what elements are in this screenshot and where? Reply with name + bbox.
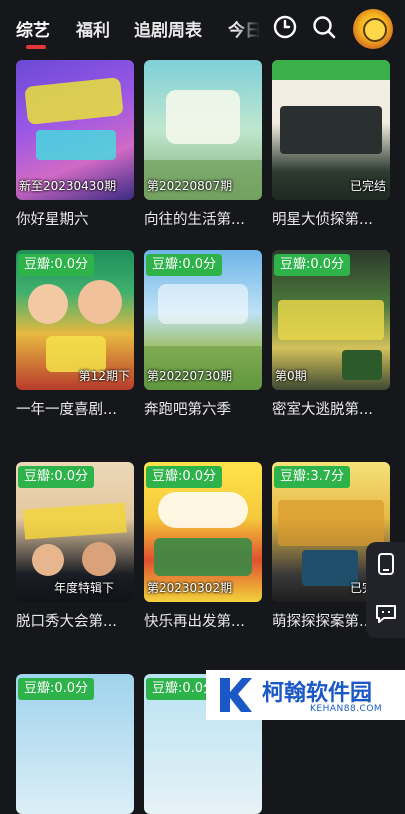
watermark-url: KEHAN88.COM xyxy=(310,704,383,714)
show-title: 密室大逃脱第... xyxy=(272,402,373,418)
rating-badge: 豆瓣:0.0分 xyxy=(274,254,351,276)
show-poster[interactable]: 豆瓣:0.0分 第20230302期 xyxy=(144,462,262,602)
show-poster[interactable]: 第20220807期 xyxy=(144,60,262,200)
rating-badge: 豆瓣:0.0分 xyxy=(146,254,223,276)
message-icon[interactable] xyxy=(374,602,398,626)
show-poster[interactable]: 豆瓣:0.0分 xyxy=(16,674,134,814)
show-title: 一年一度喜剧... xyxy=(16,402,117,418)
watermark-banner: 柯翰软件园 KEHAN88.COM xyxy=(206,670,405,720)
avatar[interactable] xyxy=(353,9,393,49)
kehan-logo-icon xyxy=(220,678,252,712)
avatar-face-icon xyxy=(363,18,387,42)
tab-welfare[interactable]: 福利 xyxy=(76,16,110,41)
top-bar: 综艺 福利 追剧周表 今日 xyxy=(0,0,405,56)
show-title: 脱口秀大会第... xyxy=(16,614,117,630)
watermark-name: 柯翰软件园 xyxy=(262,681,373,706)
active-tab-indicator xyxy=(26,45,46,49)
show-poster[interactable]: 豆瓣:0.0分 年度特辑下 xyxy=(16,462,134,602)
show-poster[interactable]: 豆瓣:0.0分 第12期下 xyxy=(16,250,134,390)
episode-label: 第12期下 xyxy=(78,369,130,383)
tab-schedule[interactable]: 追剧周表 xyxy=(134,16,202,41)
show-title: 你好星期六 xyxy=(16,212,89,228)
rating-badge: 豆瓣:3.7分 xyxy=(274,466,351,488)
tab-variety[interactable]: 综艺 xyxy=(16,16,50,41)
show-poster[interactable]: 已完结 xyxy=(272,60,390,200)
show-poster[interactable]: 豆瓣:0.0分 第0期 xyxy=(272,250,390,390)
show-title: 向往的生活第... xyxy=(144,212,245,228)
floating-action-bar xyxy=(366,542,405,638)
rating-badge: 豆瓣:0.0分 xyxy=(18,254,95,276)
show-title: 明星大侦探第... xyxy=(272,212,373,228)
show-poster[interactable]: 新至20230430期 xyxy=(16,60,134,200)
show-title: 奔跑吧第六季 xyxy=(144,402,231,418)
episode-label: 新至20230430期 xyxy=(19,179,117,193)
rating-badge: 豆瓣:0.0分 xyxy=(18,466,95,488)
episode-label: 第20220807期 xyxy=(147,179,233,193)
rating-badge: 豆瓣:0.0分 xyxy=(146,466,223,488)
episode-label: 第20230302期 xyxy=(147,581,233,595)
tab-fade xyxy=(236,10,260,46)
episode-label: 第0期 xyxy=(275,369,307,383)
episode-label: 年度特辑下 xyxy=(54,581,115,595)
episode-label: 第20220730期 xyxy=(147,369,233,383)
rating-badge: 豆瓣:0.0分 xyxy=(18,678,95,700)
search-icon[interactable] xyxy=(311,14,337,40)
phone-icon[interactable] xyxy=(374,552,398,576)
show-poster[interactable]: 豆瓣:0.0分 第20220730期 xyxy=(144,250,262,390)
episode-label: 已完结 xyxy=(349,179,386,193)
show-title: 快乐再出发第... xyxy=(144,614,245,630)
history-icon[interactable] xyxy=(272,14,298,40)
